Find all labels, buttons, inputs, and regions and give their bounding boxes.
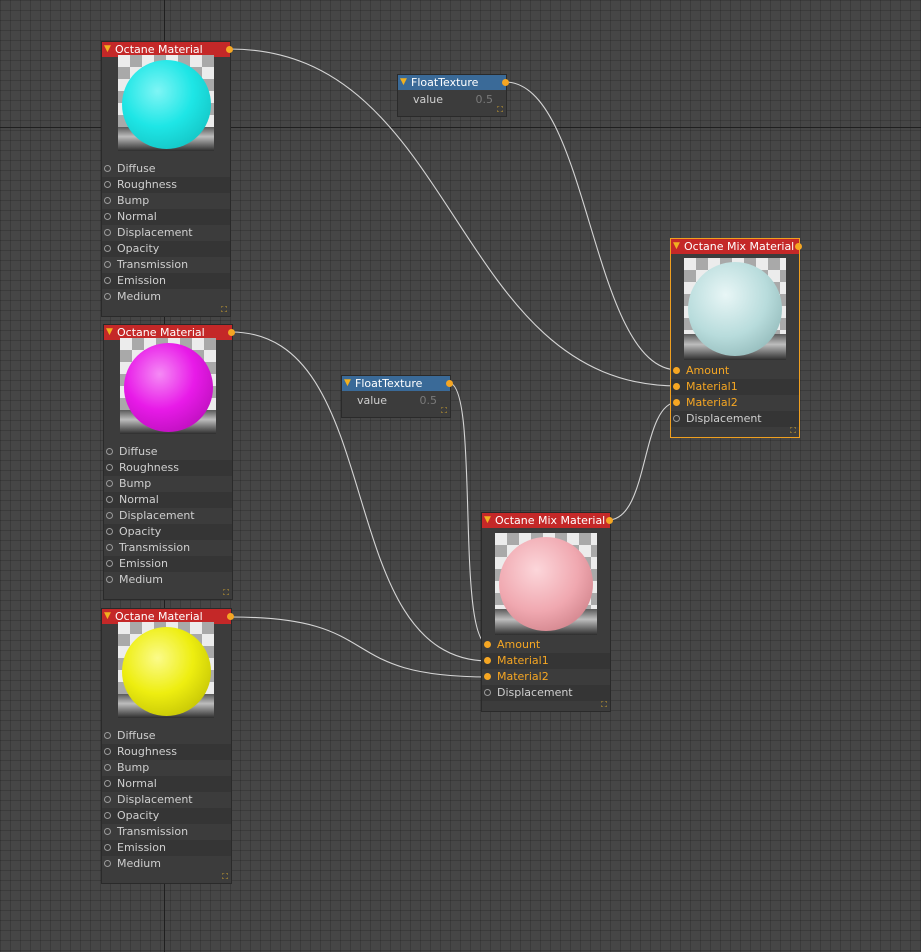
port-material2[interactable]: Material2: [482, 669, 610, 685]
material-preview: [120, 338, 216, 434]
wire-material3-to-mix-bottom: [230, 616, 490, 678]
port-diffuse[interactable]: Diffuse: [102, 728, 231, 744]
port-medium[interactable]: Medium: [102, 289, 230, 305]
node-title: FloatTexture: [411, 76, 479, 89]
material-preview: [495, 533, 597, 635]
collapse-triangle-icon[interactable]: ▼: [484, 513, 491, 528]
port-material2[interactable]: Material2: [671, 395, 799, 411]
port-opacity[interactable]: Opacity: [102, 241, 230, 257]
collapse-triangle-icon[interactable]: ▼: [104, 609, 111, 624]
port-normal[interactable]: Normal: [102, 209, 230, 225]
port-medium[interactable]: Medium: [104, 572, 232, 588]
octane-material-node-1[interactable]: ▼ Octane Material Diffuse Roughness Bump…: [101, 41, 233, 317]
port-normal[interactable]: Normal: [102, 776, 231, 792]
resize-handle-icon[interactable]: ⛶: [600, 701, 608, 709]
port-emission[interactable]: Emission: [102, 840, 231, 856]
port-displacement[interactable]: Displacement: [102, 225, 230, 241]
output-port[interactable]: [502, 79, 509, 86]
float-texture-node-1[interactable]: ▼ FloatTexture value 0.5 ⛶: [397, 74, 509, 117]
wire-mix-bottom-to-mix-top: [607, 401, 679, 521]
resize-handle-icon[interactable]: ⛶: [221, 873, 229, 881]
node-header[interactable]: ▼ FloatTexture: [342, 376, 453, 391]
port-roughness[interactable]: Roughness: [102, 744, 231, 760]
octane-material-node-3[interactable]: ▼ Octane Material Diffuse Roughness Bump…: [101, 608, 234, 884]
preview-sphere: [122, 627, 211, 716]
float-texture-node-2[interactable]: ▼ FloatTexture value 0.5 ⛶: [341, 375, 453, 418]
collapse-triangle-icon[interactable]: ▼: [400, 75, 407, 90]
output-port[interactable]: [226, 46, 233, 53]
port-displacement[interactable]: Displacement: [104, 508, 232, 524]
material-preview: [118, 55, 214, 151]
resize-handle-icon[interactable]: ⛶: [220, 306, 228, 314]
preview-sphere: [122, 60, 211, 149]
octane-mix-material-node-2[interactable]: ▼ Octane Mix Material Amount Material1 M…: [481, 512, 613, 712]
value-number[interactable]: 0.5: [476, 90, 494, 109]
resize-handle-icon[interactable]: ⛶: [789, 427, 797, 435]
port-roughness[interactable]: Roughness: [104, 460, 232, 476]
port-diffuse[interactable]: Diffuse: [104, 444, 232, 460]
wire-floattex1-to-mix-top: [504, 81, 679, 371]
output-port[interactable]: [228, 329, 235, 336]
node-title: FloatTexture: [355, 377, 423, 390]
collapse-triangle-icon[interactable]: ▼: [344, 376, 351, 391]
port-emission[interactable]: Emission: [104, 556, 232, 572]
node-header[interactable]: ▼ Octane Mix Material: [671, 239, 802, 254]
value-number[interactable]: 0.5: [420, 391, 438, 410]
preview-sphere: [124, 343, 213, 432]
port-bump[interactable]: Bump: [102, 193, 230, 209]
port-transmission[interactable]: Transmission: [104, 540, 232, 556]
preview-sphere: [499, 537, 593, 631]
octane-mix-material-node-1[interactable]: ▼ Octane Mix Material Amount Material1 M…: [670, 238, 802, 438]
collapse-triangle-icon[interactable]: ▼: [104, 42, 111, 57]
port-bump[interactable]: Bump: [102, 760, 231, 776]
octane-material-node-2[interactable]: ▼ Octane Material Diffuse Roughness Bump…: [103, 324, 235, 600]
port-transmission[interactable]: Transmission: [102, 257, 230, 273]
port-amount[interactable]: Amount: [482, 637, 610, 653]
port-roughness[interactable]: Roughness: [102, 177, 230, 193]
port-emission[interactable]: Emission: [102, 273, 230, 289]
preview-sphere: [688, 262, 782, 356]
port-material1[interactable]: Material1: [671, 379, 799, 395]
port-transmission[interactable]: Transmission: [102, 824, 231, 840]
port-amount[interactable]: Amount: [671, 363, 799, 379]
node-header[interactable]: ▼ Octane Mix Material: [482, 513, 613, 528]
port-bump[interactable]: Bump: [104, 476, 232, 492]
port-displacement[interactable]: Displacement: [102, 792, 231, 808]
port-medium[interactable]: Medium: [102, 856, 231, 872]
value-field[interactable]: value 0.5: [398, 90, 506, 109]
resize-handle-icon[interactable]: ⛶: [222, 589, 230, 597]
resize-handle-icon[interactable]: ⛶: [496, 106, 504, 114]
node-title: Octane Mix Material: [495, 514, 606, 527]
output-port[interactable]: [227, 613, 234, 620]
port-opacity[interactable]: Opacity: [102, 808, 231, 824]
value-field[interactable]: value 0.5: [342, 391, 450, 410]
port-opacity[interactable]: Opacity: [104, 524, 232, 540]
port-displacement[interactable]: Displacement: [482, 685, 610, 701]
collapse-triangle-icon[interactable]: ▼: [673, 239, 680, 254]
output-port[interactable]: [606, 517, 613, 524]
resize-handle-icon[interactable]: ⛶: [440, 407, 448, 415]
port-material1[interactable]: Material1: [482, 653, 610, 669]
output-port[interactable]: [795, 243, 802, 250]
port-normal[interactable]: Normal: [104, 492, 232, 508]
port-displacement[interactable]: Displacement: [671, 411, 799, 427]
node-header[interactable]: ▼ FloatTexture: [398, 75, 509, 90]
port-diffuse[interactable]: Diffuse: [102, 161, 230, 177]
material-preview: [118, 622, 214, 718]
collapse-triangle-icon[interactable]: ▼: [106, 325, 113, 340]
material-preview: [684, 258, 786, 360]
node-title: Octane Mix Material: [684, 240, 795, 253]
output-port[interactable]: [446, 380, 453, 387]
